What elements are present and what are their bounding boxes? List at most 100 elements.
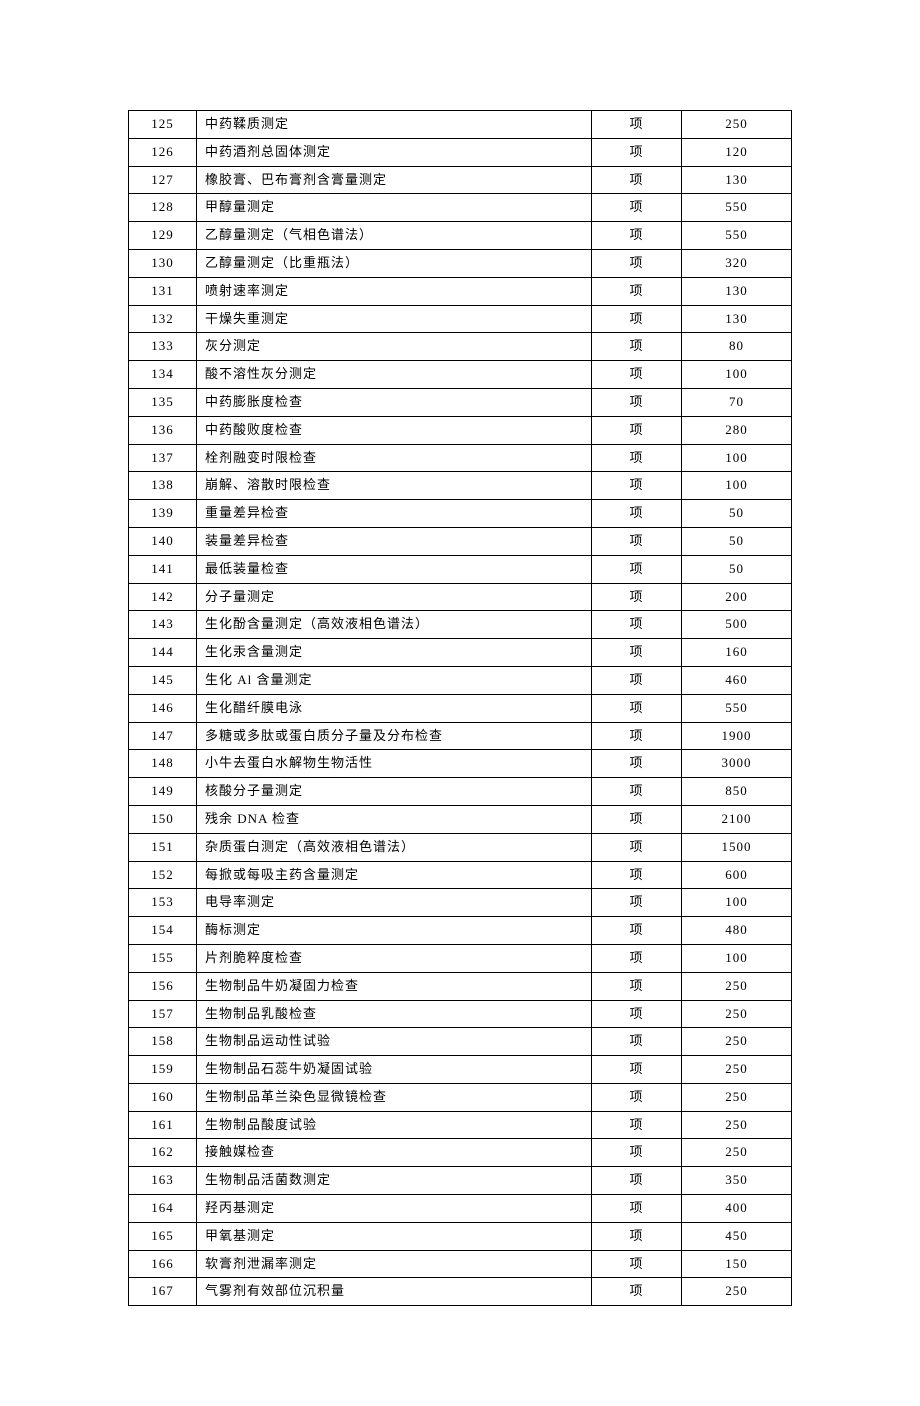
unit: 项 <box>592 1139 682 1167</box>
item-name: 电导率测定 <box>197 889 592 917</box>
price: 400 <box>682 1195 792 1223</box>
row-number: 145 <box>129 666 197 694</box>
item-name: 喷射速率测定 <box>197 277 592 305</box>
unit: 项 <box>592 194 682 222</box>
table-row: 142分子量测定项200 <box>129 583 792 611</box>
item-name: 甲醇量测定 <box>197 194 592 222</box>
item-name: 生物制品石蕊牛奶凝固试验 <box>197 1056 592 1084</box>
price: 500 <box>682 611 792 639</box>
item-name: 酸不溶性灰分测定 <box>197 361 592 389</box>
row-number: 125 <box>129 111 197 139</box>
item-name: 生物制品酸度试验 <box>197 1111 592 1139</box>
unit: 项 <box>592 1250 682 1278</box>
item-name: 装量差异检查 <box>197 527 592 555</box>
item-name: 羟丙基测定 <box>197 1195 592 1223</box>
item-name: 生物制品牛奶凝固力检查 <box>197 972 592 1000</box>
row-number: 150 <box>129 805 197 833</box>
table-row: 160生物制品革兰染色显微镜检查项250 <box>129 1083 792 1111</box>
price: 250 <box>682 1056 792 1084</box>
table-row: 129乙醇量测定（气相色谱法）项550 <box>129 222 792 250</box>
unit: 项 <box>592 333 682 361</box>
table-row: 157生物制品乳酸检查项250 <box>129 1000 792 1028</box>
unit: 项 <box>592 472 682 500</box>
row-number: 137 <box>129 444 197 472</box>
unit: 项 <box>592 889 682 917</box>
unit: 项 <box>592 666 682 694</box>
table-row: 148小牛去蛋白水解物生物活性项3000 <box>129 750 792 778</box>
unit: 项 <box>592 555 682 583</box>
row-number: 133 <box>129 333 197 361</box>
unit: 项 <box>592 444 682 472</box>
table-row: 131喷射速率测定项130 <box>129 277 792 305</box>
table-row: 141最低装量检查项50 <box>129 555 792 583</box>
table-row: 165甲氧基测定项450 <box>129 1222 792 1250</box>
price: 150 <box>682 1250 792 1278</box>
table-row: 152每掀或每吸主药含量测定项600 <box>129 861 792 889</box>
table-row: 144生化汞含量测定项160 <box>129 639 792 667</box>
price: 280 <box>682 416 792 444</box>
unit: 项 <box>592 500 682 528</box>
item-name: 甲氧基测定 <box>197 1222 592 1250</box>
table-row: 138崩解、溶散时限检查项100 <box>129 472 792 500</box>
unit: 项 <box>592 222 682 250</box>
unit: 项 <box>592 833 682 861</box>
item-name: 干燥失重测定 <box>197 305 592 333</box>
price: 200 <box>682 583 792 611</box>
unit: 项 <box>592 917 682 945</box>
row-number: 143 <box>129 611 197 639</box>
table-body: 125中药鞣质测定项250126中药酒剂总固体测定项120127橡胶膏、巴布膏剂… <box>129 111 792 1306</box>
price: 130 <box>682 305 792 333</box>
table-row: 140装量差异检查项50 <box>129 527 792 555</box>
item-name: 生化醋纤膜电泳 <box>197 694 592 722</box>
price: 550 <box>682 694 792 722</box>
price: 600 <box>682 861 792 889</box>
table-row: 145生化 Al 含量测定项460 <box>129 666 792 694</box>
table-row: 154酶标测定项480 <box>129 917 792 945</box>
price: 450 <box>682 1222 792 1250</box>
table-row: 151杂质蛋白测定（高效液相色谱法）项1500 <box>129 833 792 861</box>
table-row: 147多糖或多肽或蛋白质分子量及分布检查项1900 <box>129 722 792 750</box>
row-number: 159 <box>129 1056 197 1084</box>
row-number: 155 <box>129 944 197 972</box>
unit: 项 <box>592 277 682 305</box>
item-name: 核酸分子量测定 <box>197 778 592 806</box>
row-number: 134 <box>129 361 197 389</box>
price: 2100 <box>682 805 792 833</box>
price: 250 <box>682 1139 792 1167</box>
table-row: 155片剂脆粹度检查项100 <box>129 944 792 972</box>
table-row: 134酸不溶性灰分测定项100 <box>129 361 792 389</box>
row-number: 144 <box>129 639 197 667</box>
table-row: 130乙醇量测定（比重瓶法）项320 <box>129 249 792 277</box>
row-number: 147 <box>129 722 197 750</box>
row-number: 126 <box>129 138 197 166</box>
unit: 项 <box>592 583 682 611</box>
row-number: 136 <box>129 416 197 444</box>
item-name: 每掀或每吸主药含量测定 <box>197 861 592 889</box>
row-number: 156 <box>129 972 197 1000</box>
unit: 项 <box>592 1111 682 1139</box>
table-row: 146生化醋纤膜电泳项550 <box>129 694 792 722</box>
price: 1500 <box>682 833 792 861</box>
item-name: 乙醇量测定（比重瓶法） <box>197 249 592 277</box>
row-number: 131 <box>129 277 197 305</box>
item-name: 中药酸败度检查 <box>197 416 592 444</box>
item-name: 生物制品活菌数测定 <box>197 1167 592 1195</box>
table-row: 161生物制品酸度试验项250 <box>129 1111 792 1139</box>
unit: 项 <box>592 750 682 778</box>
row-number: 153 <box>129 889 197 917</box>
unit: 项 <box>592 1000 682 1028</box>
unit: 项 <box>592 416 682 444</box>
table-row: 126中药酒剂总固体测定项120 <box>129 138 792 166</box>
price: 250 <box>682 111 792 139</box>
unit: 项 <box>592 805 682 833</box>
price: 250 <box>682 1083 792 1111</box>
table-row: 163生物制品活菌数测定项350 <box>129 1167 792 1195</box>
price: 550 <box>682 222 792 250</box>
unit: 项 <box>592 1056 682 1084</box>
row-number: 139 <box>129 500 197 528</box>
row-number: 149 <box>129 778 197 806</box>
row-number: 164 <box>129 1195 197 1223</box>
item-name: 片剂脆粹度检查 <box>197 944 592 972</box>
price: 80 <box>682 333 792 361</box>
table-row: 143生化酚含量测定（高效液相色谱法）项500 <box>129 611 792 639</box>
